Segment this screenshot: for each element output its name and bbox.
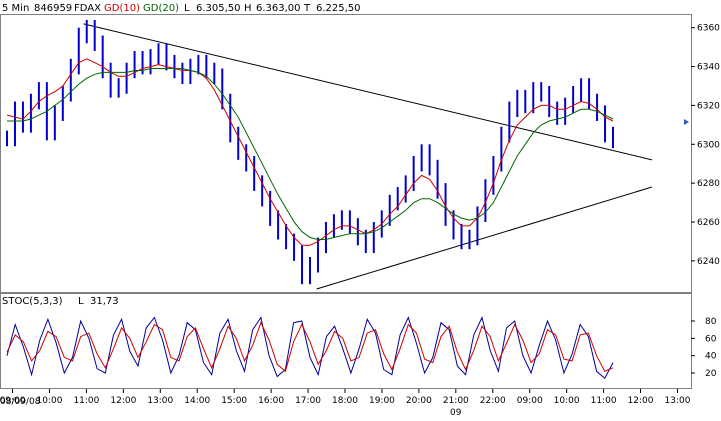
series-line-gd10 [6,58,614,246]
xtick-label: 20:00 [406,396,432,406]
xtick-label: 11:00 [73,396,99,406]
xtick-label: 09:00 [0,396,26,406]
header-code: 846959 [34,3,72,14]
xtick-label: 12:00 [110,396,136,406]
legend-ma-fast: GD(10) [104,3,140,14]
stoch-panel-frame [0,293,692,389]
stoch-plot [6,316,614,379]
price-ytick-label: 6360 [697,24,720,34]
price-ytick-label: 6320 [697,101,720,111]
axis-layer: 6240 6260 6280 6300 6320 6340 6360 20 40 60 80 09:0… [0,24,720,406]
price-ytick-label: 6340 [697,63,720,73]
price-ytick-label: 6240 [697,257,720,267]
header-interval: 5 Min [2,3,29,14]
xtick-label: 17:00 [295,396,321,406]
stoch-last-value: 31,73 [90,296,119,307]
stoch-line-k [6,316,614,379]
stoch-ytick-label: 60 [705,334,717,344]
last-price-marker [684,119,689,125]
stoch-label: STOC(5,3,3) [2,296,63,307]
price-ytick-label: 6280 [697,179,720,189]
xtick-label: 21:00 [443,396,469,406]
xtick-label: 14:00 [184,396,210,406]
xtick-label: 11:00 [591,396,617,406]
xtick-label: 12:00 [628,396,654,406]
xtick-label: 13:00 [665,396,691,406]
xtick-label: 16:00 [258,396,284,406]
xtick-label: 22:00 [480,396,506,406]
stoch-ytick-label: 40 [705,352,717,362]
xtick-label: 19:00 [369,396,395,406]
price-panel-frame [0,14,692,293]
xtick-label: 10:00 [554,396,580,406]
xtick-label: 09:00 [517,396,543,406]
legend-ma-slow: GD(20) [143,3,179,14]
header-high-value: 6.363,00 [256,3,301,14]
price-ytick-label: 6260 [697,218,720,228]
stoch-last-label: L [78,296,84,307]
stoch-ytick-label: 20 [705,369,717,379]
header-last-value: 6.225,50 [316,3,361,14]
trendline-lower [316,186,653,290]
xtick-label: 13:00 [147,396,173,406]
series-line-gd20 [7,68,614,240]
xtick-label: 18:00 [332,396,358,406]
header-last-label: T [303,3,311,14]
header-high-label: H [244,3,252,14]
header-low-value: 6.305,50 [196,3,241,14]
xtick-label: 10:00 [36,396,62,406]
trendline-upper [83,23,653,161]
stoch-ytick-label: 80 [705,317,717,327]
stoch-line-d [6,321,614,373]
price-ytick-label: 6300 [697,140,720,150]
header-low-label: L [184,3,190,14]
date-label-mid: 09 [450,408,462,418]
chart-canvas: 5 Min 846959 FDAX GD(10) GD(20) L 6.305,… [0,3,720,418]
xtick-label: 15:00 [221,396,247,406]
price-plot [6,19,689,290]
header-symbol: FDAX [74,3,101,14]
